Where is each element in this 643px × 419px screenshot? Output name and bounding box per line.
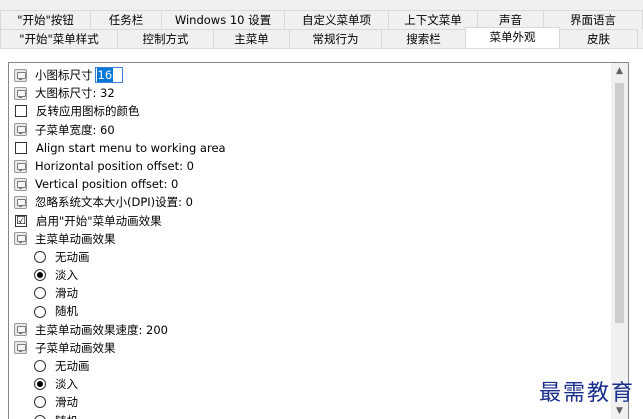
setting-icon bbox=[14, 323, 27, 337]
setting-invert-icon-colors[interactable]: 反转应用图标的颜色 bbox=[9, 102, 609, 120]
setting-large-icon-size[interactable]: 大图标尺寸: 32 bbox=[9, 84, 609, 102]
scrollbar-thumb[interactable] bbox=[615, 83, 624, 323]
radio-button[interactable] bbox=[34, 360, 46, 373]
radio-button-selected[interactable] bbox=[34, 378, 46, 391]
tab-taskbar[interactable]: 任务栏 bbox=[90, 10, 162, 29]
watermark-logo: 最需教育 bbox=[538, 381, 635, 406]
tab-custom-menu-items[interactable]: 自定义菜单项 bbox=[284, 10, 389, 29]
enable-animation-checkbox[interactable]: ☑ bbox=[15, 214, 27, 227]
tab-panel: 小图标尺寸 16 大图标尺寸: 32 反转应用图标的颜色 子菜单宽度: 60 A… bbox=[0, 48, 643, 419]
setting-main-menu-animation[interactable]: 主菜单动画效果 bbox=[9, 230, 609, 248]
setting-ignore-dpi[interactable]: 忽略系统文本大小(DPI)设置: 0 bbox=[9, 193, 609, 211]
tab-general-behavior[interactable]: 常规行为 bbox=[289, 29, 382, 48]
main-anim-option-none[interactable]: 无动画 bbox=[9, 248, 609, 266]
radio-button[interactable] bbox=[34, 396, 46, 409]
setting-main-anim-speed[interactable]: 主菜单动画效果速度: 200 bbox=[9, 321, 609, 339]
tab-controls[interactable]: 控制方式 bbox=[117, 29, 214, 48]
setting-horizontal-offset[interactable]: Horizontal position offset: 0 bbox=[9, 157, 609, 175]
tab-start-button[interactable]: "开始"按钮 bbox=[0, 10, 91, 29]
tab-windows10-settings[interactable]: Windows 10 设置 bbox=[161, 10, 285, 29]
tab-start-menu-style[interactable]: "开始"菜单样式 bbox=[0, 29, 118, 48]
sub-anim-option-fade[interactable]: 淡入 bbox=[9, 375, 609, 393]
sub-anim-option-none[interactable]: 无动画 bbox=[9, 357, 609, 375]
main-anim-option-fade[interactable]: 淡入 bbox=[9, 266, 609, 284]
setting-submenu-animation[interactable]: 子菜单动画效果 bbox=[9, 339, 609, 357]
tab-main-menu[interactable]: 主菜单 bbox=[213, 29, 290, 48]
main-anim-option-slide[interactable]: 滑动 bbox=[9, 284, 609, 302]
radio-button[interactable] bbox=[34, 414, 46, 419]
align-working-area-checkbox[interactable] bbox=[15, 141, 27, 154]
sub-anim-option-random[interactable]: 随机 bbox=[9, 412, 609, 419]
tab-search-box[interactable]: 搜索栏 bbox=[381, 29, 466, 48]
setting-small-icon-size[interactable]: 小图标尺寸 16 bbox=[9, 66, 609, 84]
setting-enable-animation[interactable]: ☑ 启用"开始"菜单动画效果 bbox=[9, 212, 609, 230]
sub-anim-option-slide[interactable]: 滑动 bbox=[9, 393, 609, 411]
vertical-scrollbar[interactable]: ▲ ▼ bbox=[611, 63, 628, 419]
setting-vertical-offset[interactable]: Vertical position offset: 0 bbox=[9, 175, 609, 193]
tab-skin[interactable]: 皮肤 bbox=[559, 29, 638, 48]
setting-submenu-width[interactable]: 子菜单宽度: 60 bbox=[9, 121, 609, 139]
main-anim-option-random[interactable]: 随机 bbox=[9, 302, 609, 320]
scroll-up-arrow-icon[interactable]: ▲ bbox=[611, 63, 628, 80]
setting-icon bbox=[14, 195, 27, 209]
invert-icons-checkbox[interactable] bbox=[15, 105, 27, 118]
tab-menu-look[interactable]: 菜单外观 bbox=[465, 27, 560, 48]
setting-icon bbox=[14, 86, 27, 100]
radio-button[interactable] bbox=[34, 250, 46, 263]
tab-row-bottom: "开始"菜单样式 控制方式 主菜单 常规行为 搜索栏 菜单外观 皮肤 bbox=[0, 27, 638, 48]
setting-icon bbox=[14, 232, 27, 246]
setting-align-working-area[interactable]: Align start menu to working area bbox=[9, 139, 609, 157]
setting-icon bbox=[14, 123, 27, 137]
settings-list[interactable]: 小图标尺寸 16 大图标尺寸: 32 反转应用图标的颜色 子菜单宽度: 60 A… bbox=[8, 62, 629, 419]
setting-icon bbox=[14, 159, 27, 173]
radio-button-selected[interactable] bbox=[34, 269, 46, 282]
setting-icon bbox=[14, 341, 27, 355]
radio-button[interactable] bbox=[34, 305, 46, 318]
radio-button[interactable] bbox=[34, 287, 46, 300]
small-icon-size-input[interactable]: 16 bbox=[94, 67, 123, 84]
setting-icon bbox=[14, 177, 27, 191]
setting-icon bbox=[14, 68, 27, 82]
